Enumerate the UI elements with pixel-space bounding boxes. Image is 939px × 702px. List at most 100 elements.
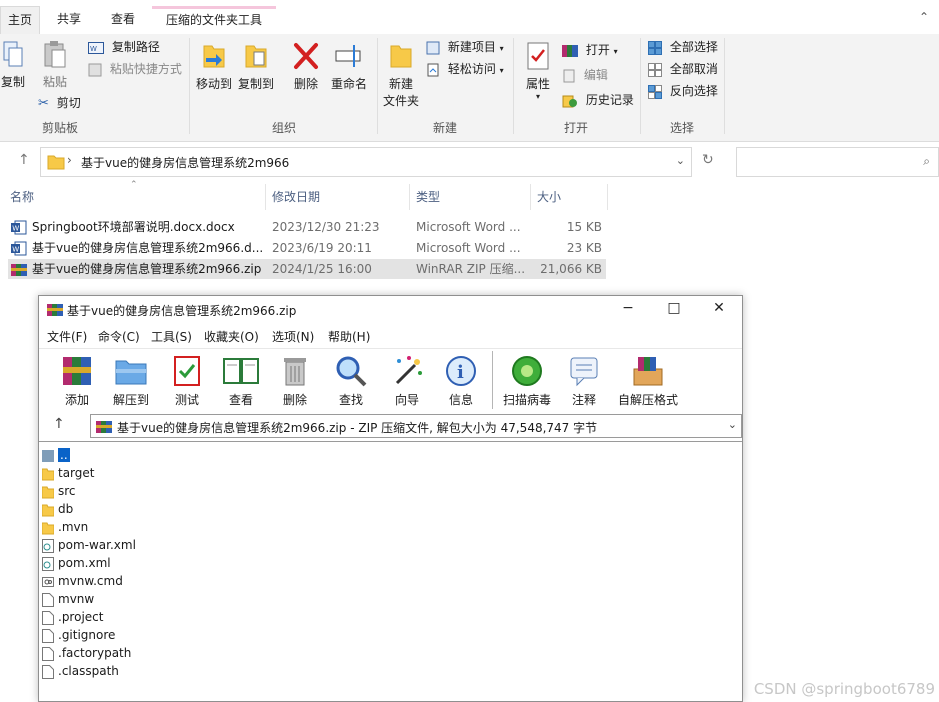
copy-path-button[interactable]: W 复制路径: [88, 37, 160, 57]
list-item[interactable]: db: [42, 500, 73, 518]
select-none-label: 全部取消: [669, 62, 718, 76]
tab-view[interactable]: 查看: [98, 6, 148, 34]
winrar-path-dropdown[interactable]: 基于vue的健身房信息管理系统2m966.zip - ZIP 压缩文件, 解包大…: [90, 414, 742, 438]
tool-test-button[interactable]: 测试: [171, 353, 203, 408]
tab-share[interactable]: 共享: [46, 6, 92, 34]
edit-button[interactable]: 编辑: [562, 65, 608, 85]
tab-home[interactable]: 主页: [0, 6, 40, 34]
minimize-button[interactable]: −: [613, 300, 643, 320]
open-button[interactable]: 打开 ▾: [562, 40, 618, 60]
tool-info-button[interactable]: i 信息: [443, 353, 479, 408]
file-row-selected[interactable]: 基于vue的健身房信息管理系统2m966.zip 2024/1/25 16:00…: [8, 259, 606, 279]
list-item[interactable]: .project: [42, 608, 103, 626]
column-header-type[interactable]: 类型: [416, 184, 440, 210]
list-item[interactable]: .factorypath: [42, 644, 131, 662]
list-item[interactable]: target: [42, 464, 95, 482]
file-name: 基于vue的健身房信息管理系统2m966.zip: [32, 262, 262, 276]
move-to-label: 移动到: [195, 77, 232, 91]
cut-button[interactable]: ✂ 剪切: [38, 93, 81, 113]
paste-shortcut-button[interactable]: 粘贴快捷方式: [88, 59, 182, 79]
file-type: Microsoft Word ...: [416, 220, 521, 234]
column-divider[interactable]: [409, 184, 410, 210]
tool-comment-button[interactable]: 注释: [567, 353, 601, 408]
tool-scan-virus-button[interactable]: 扫描病毒: [501, 353, 553, 408]
select-all-button[interactable]: 全部选择: [648, 37, 718, 57]
folder-icon: [47, 155, 65, 170]
ribbon: 复制 粘贴 W 复制路径 粘贴快捷方式 ✂ 剪切 剪贴板 移动到 复制到 删除 …: [0, 34, 939, 142]
column-header-date[interactable]: 修改日期: [272, 184, 320, 210]
menu-options[interactable]: 选项(N): [272, 328, 314, 345]
list-item-label: src: [58, 484, 76, 498]
cut-label: 剪切: [56, 96, 81, 110]
up-arrow-icon[interactable]: ↑: [18, 152, 30, 168]
new-item-button[interactable]: 新建项目 ▾: [426, 37, 504, 57]
delete-button[interactable]: 删除: [290, 40, 322, 92]
menu-file[interactable]: 文件(F): [47, 328, 87, 345]
tool-delete-button[interactable]: 删除: [279, 353, 311, 408]
tool-wizard-button[interactable]: 向导: [389, 353, 425, 408]
tool-view-label: 查看: [228, 393, 253, 407]
list-item[interactable]: mvnw: [42, 590, 94, 608]
list-item[interactable]: .mvn: [42, 518, 88, 536]
rename-button[interactable]: 重命名: [328, 40, 370, 92]
ribbon-expand-icon[interactable]: ⌃: [919, 10, 929, 24]
menu-help[interactable]: 帮助(H): [328, 328, 370, 345]
tool-view-button[interactable]: 查看: [221, 353, 261, 408]
invert-selection-label: 反向选择: [669, 84, 718, 98]
history-button[interactable]: 历史记录: [562, 90, 634, 110]
tool-find-button[interactable]: 查找: [333, 353, 369, 408]
file-row[interactable]: W Springboot环境部署说明.docx.docx 2023/12/30 …: [8, 217, 606, 237]
paste-shortcut-label: 粘贴快捷方式: [109, 62, 182, 76]
close-button[interactable]: ✕: [704, 300, 734, 320]
maximize-button[interactable]: □: [659, 300, 689, 320]
column-header-name[interactable]: 名称: [10, 184, 34, 210]
paste-button[interactable]: 粘贴: [40, 40, 70, 90]
list-item[interactable]: src: [42, 482, 76, 500]
select-none-icon: [648, 62, 662, 77]
folder-icon: [42, 504, 54, 516]
list-item[interactable]: .gitignore: [42, 626, 115, 644]
column-header-size[interactable]: 大小: [537, 184, 561, 210]
file-type: WinRAR ZIP 压缩...: [416, 262, 526, 276]
search-input[interactable]: ⌕: [736, 147, 939, 177]
winrar-menu-bar: 文件(F) 命令(C) 工具(S) 收藏夹(O) 选项(N) 帮助(H): [39, 325, 742, 347]
column-divider[interactable]: [607, 184, 608, 210]
winrar-title-bar[interactable]: 基于vue的健身房信息管理系统2m966.zip − □ ✕: [39, 296, 742, 324]
tool-extract-button[interactable]: 解压到: [111, 353, 151, 408]
column-divider[interactable]: [530, 184, 531, 210]
properties-button[interactable]: 属性 ▾: [520, 40, 556, 101]
list-item[interactable]: ..: [42, 446, 70, 464]
list-item[interactable]: mvnw.cmd: [42, 572, 123, 590]
list-item[interactable]: pom-war.xml: [42, 536, 136, 554]
menu-favorites[interactable]: 收藏夹(O): [204, 328, 259, 345]
list-item-label: pom.xml: [58, 556, 111, 570]
copy-to-button[interactable]: 复制到: [236, 40, 276, 92]
refresh-icon[interactable]: ↻: [702, 152, 714, 168]
select-none-button[interactable]: 全部取消: [648, 59, 718, 79]
file-row[interactable]: W 基于vue的健身房信息管理系统2m966.d... 2023/6/19 20…: [8, 238, 606, 258]
invert-selection-button[interactable]: 反向选择: [648, 81, 718, 101]
list-item[interactable]: .classpath: [42, 662, 119, 680]
tool-wizard-label: 向导: [394, 393, 419, 407]
tab-compressed-folder-tools[interactable]: 压缩的文件夹工具: [152, 6, 276, 34]
address-bar[interactable]: › 基于vue的健身房信息管理系统2m966 ⌄: [40, 147, 692, 177]
column-divider[interactable]: [265, 184, 266, 210]
tool-add-button[interactable]: 添加: [59, 353, 95, 408]
group-divider: [724, 38, 725, 134]
up-arrow-icon[interactable]: ↑: [53, 416, 65, 432]
new-folder-button[interactable]: 新建 文件夹: [380, 40, 422, 109]
file-size: 23 KB: [566, 241, 602, 255]
list-item[interactable]: pom.xml: [42, 554, 111, 572]
address-dropdown-icon[interactable]: ⌄: [676, 154, 685, 167]
list-item-label: .project: [58, 610, 104, 624]
easy-access-button[interactable]: 轻松访问 ▾: [426, 59, 504, 79]
winrar-window: 基于vue的健身房信息管理系统2m966.zip − □ ✕ 文件(F) 命令(…: [38, 295, 743, 702]
tool-sfx-button[interactable]: 自解压格式: [617, 353, 679, 408]
move-to-button[interactable]: 移动到: [194, 40, 234, 92]
menu-tools[interactable]: 工具(S): [151, 328, 192, 345]
copy-button[interactable]: 复制: [0, 40, 26, 90]
menu-commands[interactable]: 命令(C): [98, 328, 140, 345]
list-item-label: .gitignore: [58, 628, 116, 642]
chevron-down-icon: ▾: [535, 92, 540, 101]
tool-scan-virus-label: 扫描病毒: [502, 393, 551, 407]
